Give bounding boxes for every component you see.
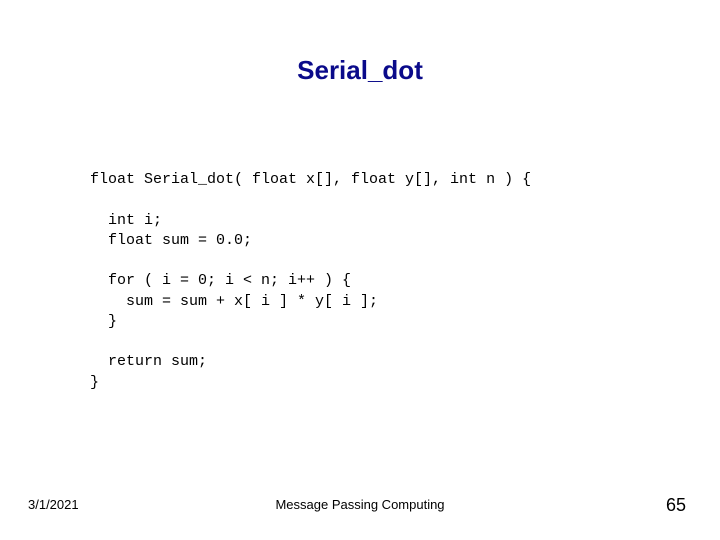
slide-title: Serial_dot xyxy=(0,55,720,86)
slide: Serial_dot float Serial_dot( float x[], … xyxy=(0,0,720,540)
footer-page-number: 65 xyxy=(666,495,686,516)
footer-center: Message Passing Computing xyxy=(0,497,720,512)
code-block: float Serial_dot( float x[], float y[], … xyxy=(90,170,531,393)
